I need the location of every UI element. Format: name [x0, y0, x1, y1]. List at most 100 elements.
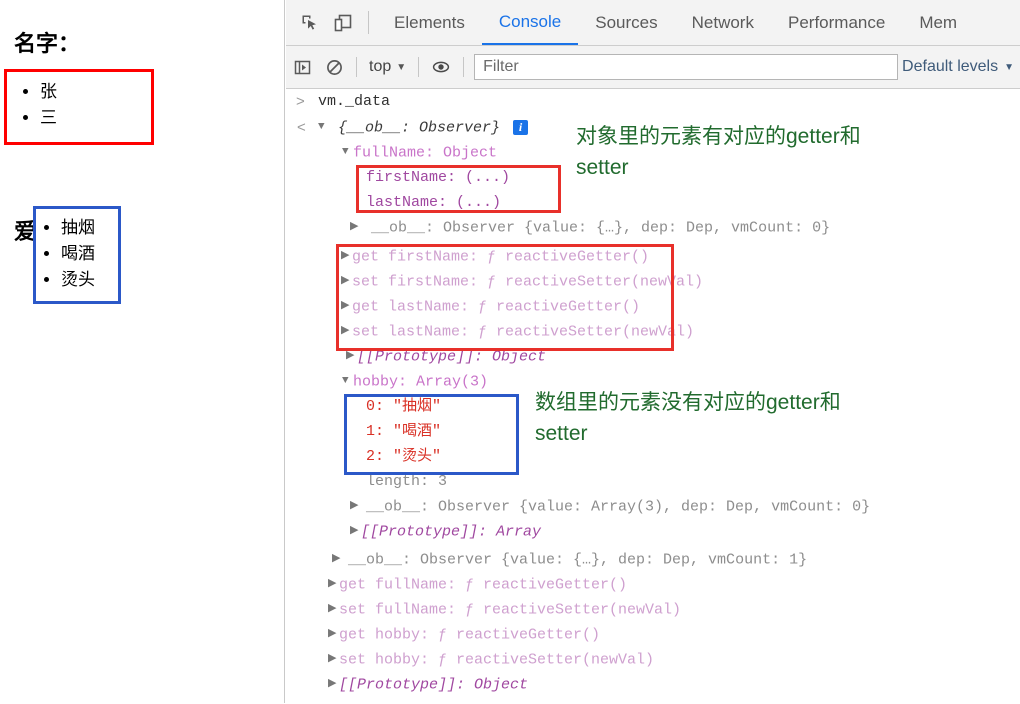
property-lastName: lastName: (...) [286, 190, 501, 215]
accessor-set-fullName: ▶ set fullName: ƒ reactiveSetter(newVal) [286, 597, 681, 622]
tab-network[interactable]: Network [675, 0, 771, 45]
list-item: 喝酒 [61, 241, 118, 267]
array-index-1: 1: "喝酒" [286, 419, 441, 444]
console-sidebar-icon[interactable] [286, 58, 318, 77]
page-title: 名字： [14, 31, 81, 56]
prototype-object-1: ▶ [[Prototype]]: Object [286, 344, 546, 369]
prototype-array: ▶ [[Prototype]]: Array [286, 519, 541, 544]
filter-input[interactable] [474, 54, 899, 80]
property-ob-root: ▶ __ob__: Observer {value: {…}, dep: Dep,… [286, 547, 807, 572]
property-label: [[Prototype]]: Object [357, 348, 547, 366]
property-ob-hobby: ▶ __ob__: Observer {value: Array(3), dep:… [286, 494, 870, 519]
list-item: 烫头 [61, 267, 118, 293]
accessor-set-firstName: ▶ set firstName: ƒ reactiveSetter(newVal) [286, 269, 703, 294]
disclosure-triangle-open[interactable]: ▼ [342, 369, 353, 394]
console-filter-toolbar: top ▼ Default levels ▼ [286, 46, 1020, 89]
accessor-get-firstName: ▶ get firstName: ƒ reactiveGetter() [286, 244, 649, 269]
chevron-down-icon: ▼ [396, 61, 407, 73]
property-label: [[Prototype]]: Object [339, 676, 529, 694]
property-label: __ob__: Observer {value: Array(3), dep: … [366, 498, 871, 516]
property-label: set hobby: ƒ reactiveSetter(newVal) [339, 651, 655, 669]
devtools-panel: Elements Console Sources Network Perform… [286, 0, 1020, 704]
disclosure-triangle-closed[interactable]: ▶ [346, 344, 357, 369]
tab-elements[interactable]: Elements [377, 0, 482, 45]
accessor-get-hobby: ▶ get hobby: ƒ reactiveGetter() [286, 622, 600, 647]
property-label: __ob__: Observer {value: {…}, dep: Dep, … [371, 219, 831, 237]
toolbar-divider [356, 57, 357, 77]
chevron-down-icon: ▼ [1004, 61, 1014, 73]
disclosure-triangle-open[interactable]: ▼ [342, 140, 353, 165]
hobby-list: 抽烟 喝酒 烫头 [36, 209, 118, 293]
array-index-0: 0: "抽烟" [286, 394, 441, 419]
accessor-get-lastName: ▶ get lastName: ƒ reactiveGetter() [286, 294, 640, 319]
prompt-arrow-icon: > [296, 93, 305, 110]
property-hobby: ▼ hobby: Array(3) [286, 369, 488, 394]
disclosure-triangle-closed[interactable]: ▶ [350, 519, 361, 544]
tab-performance[interactable]: Performance [771, 0, 902, 45]
console-result-line: < ▼ {__ob__: Observer} i [286, 115, 529, 140]
property-label: get hobby: ƒ reactiveGetter() [339, 626, 601, 644]
disclosure-triangle-closed[interactable]: ▶ [341, 319, 352, 344]
property-label[interactable]: firstName: (...) [366, 169, 510, 186]
console-prompt-line[interactable]: > vm._data [286, 89, 390, 114]
disclosure-triangle-closed[interactable]: ▶ [350, 215, 361, 240]
disclosure-triangle-open[interactable]: ▼ [318, 115, 329, 140]
result-arrow-icon: < [297, 119, 306, 136]
name-list-highlight-box: 张 三 [4, 69, 154, 145]
toolbar-divider [463, 57, 465, 77]
toolbar-divider [418, 57, 420, 77]
accessor-set-hobby: ▶ set hobby: ƒ reactiveSetter(newVal) [286, 647, 654, 672]
prompt-expression: vm._data [318, 93, 391, 110]
disclosure-triangle-closed[interactable]: ▶ [341, 294, 352, 319]
property-label: fullName: Object [353, 144, 498, 162]
array-item: 0: "抽烟" [366, 398, 442, 415]
device-toolbar-icon[interactable] [326, 0, 360, 45]
console-settings-eye-icon[interactable] [425, 57, 457, 77]
disclosure-triangle-closed[interactable]: ▶ [328, 572, 339, 597]
disclosure-triangle-closed[interactable]: ▶ [328, 647, 339, 672]
list-item: 抽烟 [61, 215, 118, 241]
disclosure-triangle-closed[interactable]: ▶ [328, 672, 339, 697]
execution-context-label: top [369, 58, 392, 75]
property-ob-fullName: ▶ __ob__: Observer {value: {…}, dep: Dep,… [286, 215, 830, 240]
disclosure-triangle-closed[interactable]: ▶ [332, 547, 343, 572]
array-item: 2: "烫头" [366, 448, 442, 465]
clear-console-icon[interactable] [318, 58, 350, 77]
property-label[interactable]: lastName: (...) [366, 194, 501, 211]
tab-console[interactable]: Console [481, 0, 579, 45]
property-label: set fullName: ƒ reactiveSetter(newVal) [339, 601, 682, 619]
tab-memory[interactable]: Mem [902, 0, 974, 45]
property-firstName: firstName: (...) [286, 165, 510, 190]
execution-context-selector[interactable]: top ▼ [363, 58, 412, 76]
disclosure-triangle-closed[interactable]: ▶ [341, 244, 352, 269]
accessor-set-lastName: ▶ set lastName: ƒ reactiveSetter(newVal) [286, 319, 694, 344]
property-label: __ob__: Observer {value: {…}, dep: Dep, … [348, 551, 808, 569]
property-label: get fullName: ƒ reactiveGetter() [339, 576, 628, 594]
property-label: set firstName: ƒ reactiveSetter(newVal) [352, 273, 704, 291]
list-item: 张 [40, 79, 151, 105]
log-levels-dropdown[interactable]: Default levels ▼ [902, 58, 1020, 76]
disclosure-triangle-closed[interactable]: ▶ [350, 494, 361, 519]
property-label: hobby: Array(3) [353, 373, 489, 391]
tab-sources[interactable]: Sources [578, 0, 674, 45]
annotation-array-note: 数组里的元素没有对应的getter和 setter [535, 391, 841, 445]
array-item: 1: "喝酒" [366, 423, 442, 440]
property-label: length: 3 [366, 473, 448, 490]
inspect-element-icon[interactable] [292, 0, 326, 45]
annotation-object-note: 对象里的元素有对应的getter和 setter [576, 125, 861, 179]
array-index-2: 2: "烫头" [286, 444, 441, 469]
disclosure-triangle-closed[interactable]: ▶ [328, 622, 339, 647]
prototype-object-2: ▶ [[Prototype]]: Object [286, 672, 528, 697]
disclosure-triangle-closed[interactable]: ▶ [341, 269, 352, 294]
name-list: 张 三 [7, 72, 151, 131]
devtools-tabbar: Elements Console Sources Network Perform… [286, 0, 1020, 46]
web-page-panel: 名字： 张 三 爱好： 抽烟 喝酒 烫头 [0, 0, 285, 703]
property-label: set lastName: ƒ reactiveSetter(newVal) [352, 323, 695, 341]
array-length: length: 3 [286, 469, 447, 494]
console-output: > vm._data < ▼ {__ob__: Observer} i ▼ ful… [286, 89, 1020, 704]
log-levels-label: Default levels [902, 58, 999, 75]
property-label: get firstName: ƒ reactiveGetter() [352, 248, 650, 266]
info-icon[interactable]: i [513, 120, 529, 135]
object-preview: {__ob__: Observer} [338, 119, 501, 137]
disclosure-triangle-closed[interactable]: ▶ [328, 597, 339, 622]
